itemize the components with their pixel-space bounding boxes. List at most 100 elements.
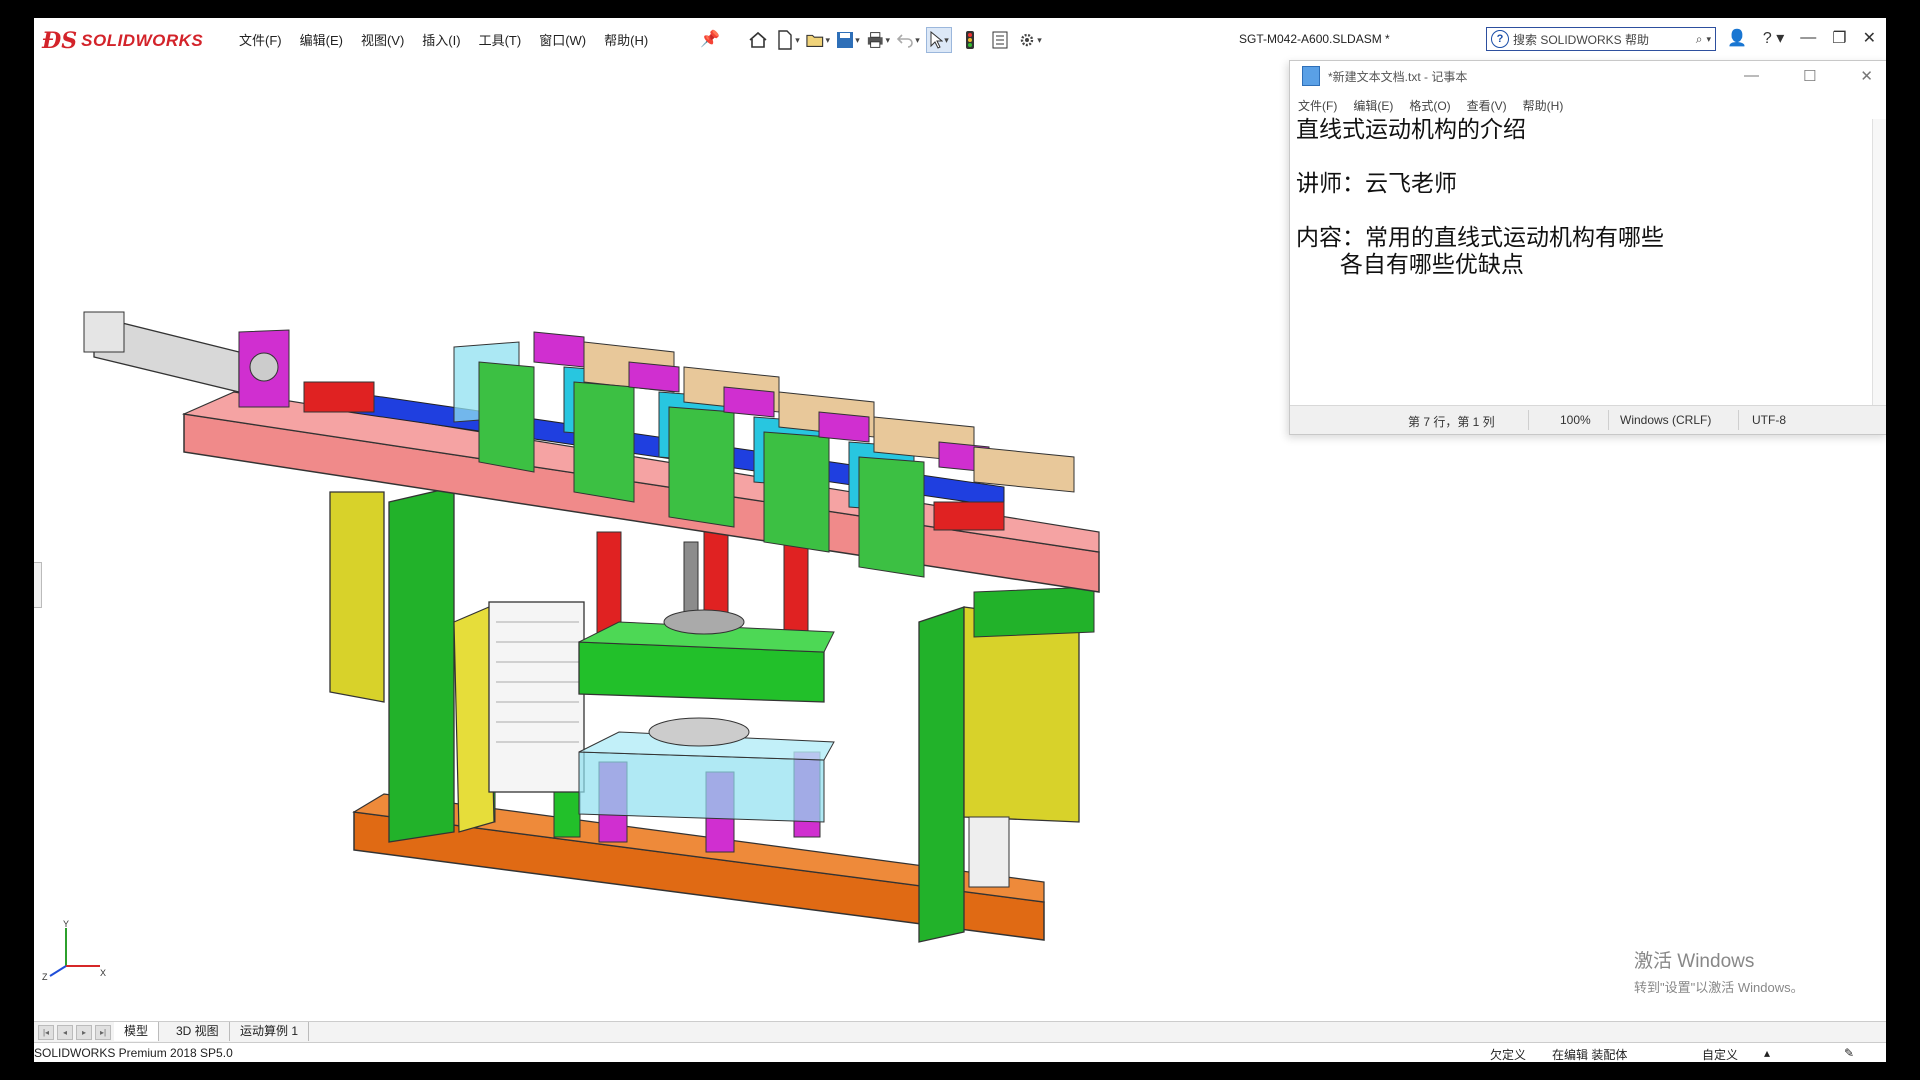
bottom-tabs: |◂ ◂ ▸ ▸| 模型 3D 视图 运动算例 1	[34, 1021, 1886, 1042]
document-title: SGT-M042-A600.SLDASM *	[1239, 32, 1390, 46]
print-icon	[867, 32, 883, 48]
gear-icon	[1021, 33, 1034, 47]
nut-cylinder	[663, 609, 745, 635]
home-icon	[749, 31, 767, 48]
main-menu: 文件(F) 编辑(E) 视图(V) 插入(I) 工具(T) 窗口(W) 帮助(H…	[239, 30, 648, 49]
tab-motion-study[interactable]: 运动算例 1	[230, 1022, 310, 1041]
properties-icon	[992, 31, 1008, 49]
options-button[interactable]: ▾	[1018, 28, 1042, 52]
notepad-minimize-button[interactable]: —	[1744, 67, 1759, 85]
save-button[interactable]: ▾	[836, 28, 860, 52]
notepad-text-area[interactable]: 直线式运动机构的介绍 讲师：云飞老师 内容：常用的直线式运动机构有哪些 各自有哪…	[1296, 117, 1861, 383]
standard-toolbar: ▾ ▾ ▾ ▾ ▾ ▾ ▾	[746, 27, 1042, 53]
units-chevron-icon[interactable]: ▴	[1764, 1046, 1770, 1060]
status-bar: SOLIDWORKS Premium 2018 SP5.0 欠定义 在编辑 装配…	[34, 1042, 1886, 1062]
editing-status: 在编辑 装配体	[1552, 1048, 1628, 1062]
rebuild-button[interactable]	[958, 28, 982, 52]
menu-bar: ƉS SOLIDWORKS 文件(F) 编辑(E) 视图(V) 插入(I) 工具…	[34, 18, 1886, 63]
axis-z-label: Z	[42, 972, 48, 982]
undo-icon	[897, 34, 914, 48]
stepper-motor	[488, 601, 585, 793]
coordinate-triad: Y X Z	[42, 919, 106, 982]
notepad-close-button[interactable]: ✕	[1860, 67, 1873, 85]
search-placeholder: 搜索 SOLIDWORKS 帮助	[1513, 32, 1650, 47]
left-bracket-yellow	[453, 606, 495, 833]
menu-insert[interactable]: 插入(I)	[422, 30, 460, 49]
windows-activation-watermark: 激活 Windows 转到"设置"以激活 Windows。	[1634, 946, 1804, 996]
user-icon[interactable]: 👤	[1727, 28, 1747, 48]
undo-button[interactable]: ▾	[896, 28, 920, 52]
window-controls: 👤 ? ▾ — ❐ ✕	[1727, 28, 1886, 48]
select-button[interactable]: ▾	[926, 27, 952, 53]
open-folder-icon	[806, 34, 824, 48]
restore-button[interactable]: ❐	[1832, 28, 1846, 48]
notepad-window[interactable]: *新建文本文档.txt - 记事本 — ☐ ✕ 文件(F) 编辑(E) 格式(O…	[1289, 60, 1886, 435]
notepad-statusbar: 第 7 行，第 1 列 100% Windows (CRLF) UTF-8	[1290, 405, 1886, 434]
definition-status: 欠定义	[1490, 1048, 1527, 1062]
notepad-menu-view[interactable]: 查看(V)	[1467, 97, 1507, 114]
notepad-scrollbar[interactable]	[1872, 119, 1886, 405]
menu-view[interactable]: 视图(V)	[361, 30, 404, 49]
tab-last-icon[interactable]: ▸|	[95, 1025, 111, 1040]
notepad-window-controls: — ☐ ✕	[1744, 67, 1873, 85]
help-search-box[interactable]: ? 搜索 SOLIDWORKS 帮助 ⌕ ▾	[1486, 27, 1716, 51]
menu-tools[interactable]: 工具(T)	[479, 30, 522, 49]
watermark-line2: 转到"设置"以激活 Windows。	[1634, 980, 1804, 995]
slider-red-left	[303, 381, 375, 413]
notepad-maximize-button[interactable]: ☐	[1803, 67, 1816, 85]
traffic-light-icon	[966, 31, 974, 49]
notification-icon[interactable]: ✎	[1844, 1046, 1854, 1060]
pin-icon[interactable]: 📌	[700, 29, 720, 49]
file-properties-button[interactable]	[988, 28, 1012, 52]
menu-window[interactable]: 窗口(W)	[539, 30, 586, 49]
cursor-position: 第 7 行，第 1 列	[1408, 415, 1495, 429]
slider-red-right	[933, 501, 1005, 531]
zoom-level: 100%	[1560, 413, 1591, 427]
right-bracket-green	[973, 586, 1095, 638]
left-plate-green	[388, 486, 455, 843]
print-button[interactable]: ▾	[866, 28, 890, 52]
new-button[interactable]: ▾	[776, 28, 800, 52]
tab-next-icon[interactable]: ▸	[76, 1025, 92, 1040]
right-plate-green	[918, 606, 965, 943]
help-icon: ?	[1491, 30, 1509, 48]
right-plate-yellow	[963, 606, 1080, 823]
close-button[interactable]: ✕	[1863, 28, 1876, 48]
menu-help[interactable]: 帮助(H)	[604, 30, 648, 49]
menu-edit[interactable]: 编辑(E)	[300, 30, 343, 49]
cylinder-rod-end	[249, 352, 279, 382]
axis-x-label: X	[100, 968, 106, 978]
notepad-menu-edit[interactable]: 编辑(E)	[1353, 97, 1393, 114]
product-version: SOLIDWORKS Premium 2018 SP5.0	[34, 1046, 233, 1060]
home-button[interactable]	[746, 28, 770, 52]
left-plate-yellow	[329, 491, 385, 703]
search-icon[interactable]: ⌕	[1696, 32, 1703, 47]
notepad-menu-format[interactable]: 格式(O)	[1409, 97, 1450, 114]
tab-first-icon[interactable]: |◂	[38, 1025, 54, 1040]
logo-text: SOLIDWORKS	[81, 31, 204, 50]
encoding: UTF-8	[1752, 413, 1786, 427]
notepad-menu-help[interactable]: 帮助(H)	[1523, 97, 1564, 114]
solidworks-window: ƉS SOLIDWORKS 文件(F) 编辑(E) 视图(V) 插入(I) 工具…	[34, 18, 1886, 1062]
cursor-icon	[930, 31, 944, 49]
line-ending: Windows (CRLF)	[1620, 413, 1712, 427]
notepad-menu-file[interactable]: 文件(F)	[1298, 97, 1337, 114]
notepad-title: *新建文本文档.txt - 记事本	[1328, 69, 1468, 84]
new-document-icon	[778, 30, 792, 50]
bearing	[648, 717, 750, 747]
open-button[interactable]: ▾	[806, 28, 830, 52]
tab-3d-view[interactable]: 3D 视图	[166, 1022, 230, 1041]
tab-model[interactable]: 模型	[114, 1022, 160, 1041]
menu-file[interactable]: 文件(F)	[239, 30, 282, 49]
units-custom[interactable]: 自定义	[1702, 1046, 1738, 1062]
bearing-block-transparent	[578, 751, 825, 823]
solidworks-logo[interactable]: ƉS SOLIDWORKS	[42, 24, 218, 58]
help-menu-icon[interactable]: ? ▾	[1763, 28, 1784, 48]
watermark-line1: 激活 Windows	[1634, 951, 1755, 972]
tab-prev-icon[interactable]: ◂	[57, 1025, 73, 1040]
chevron-down-icon[interactable]: ▾	[1706, 34, 1711, 45]
notepad-icon	[1302, 66, 1320, 86]
cylinder-end-cap	[83, 311, 125, 353]
linear-guide-block	[968, 816, 1010, 888]
minimize-button[interactable]: —	[1800, 29, 1816, 47]
